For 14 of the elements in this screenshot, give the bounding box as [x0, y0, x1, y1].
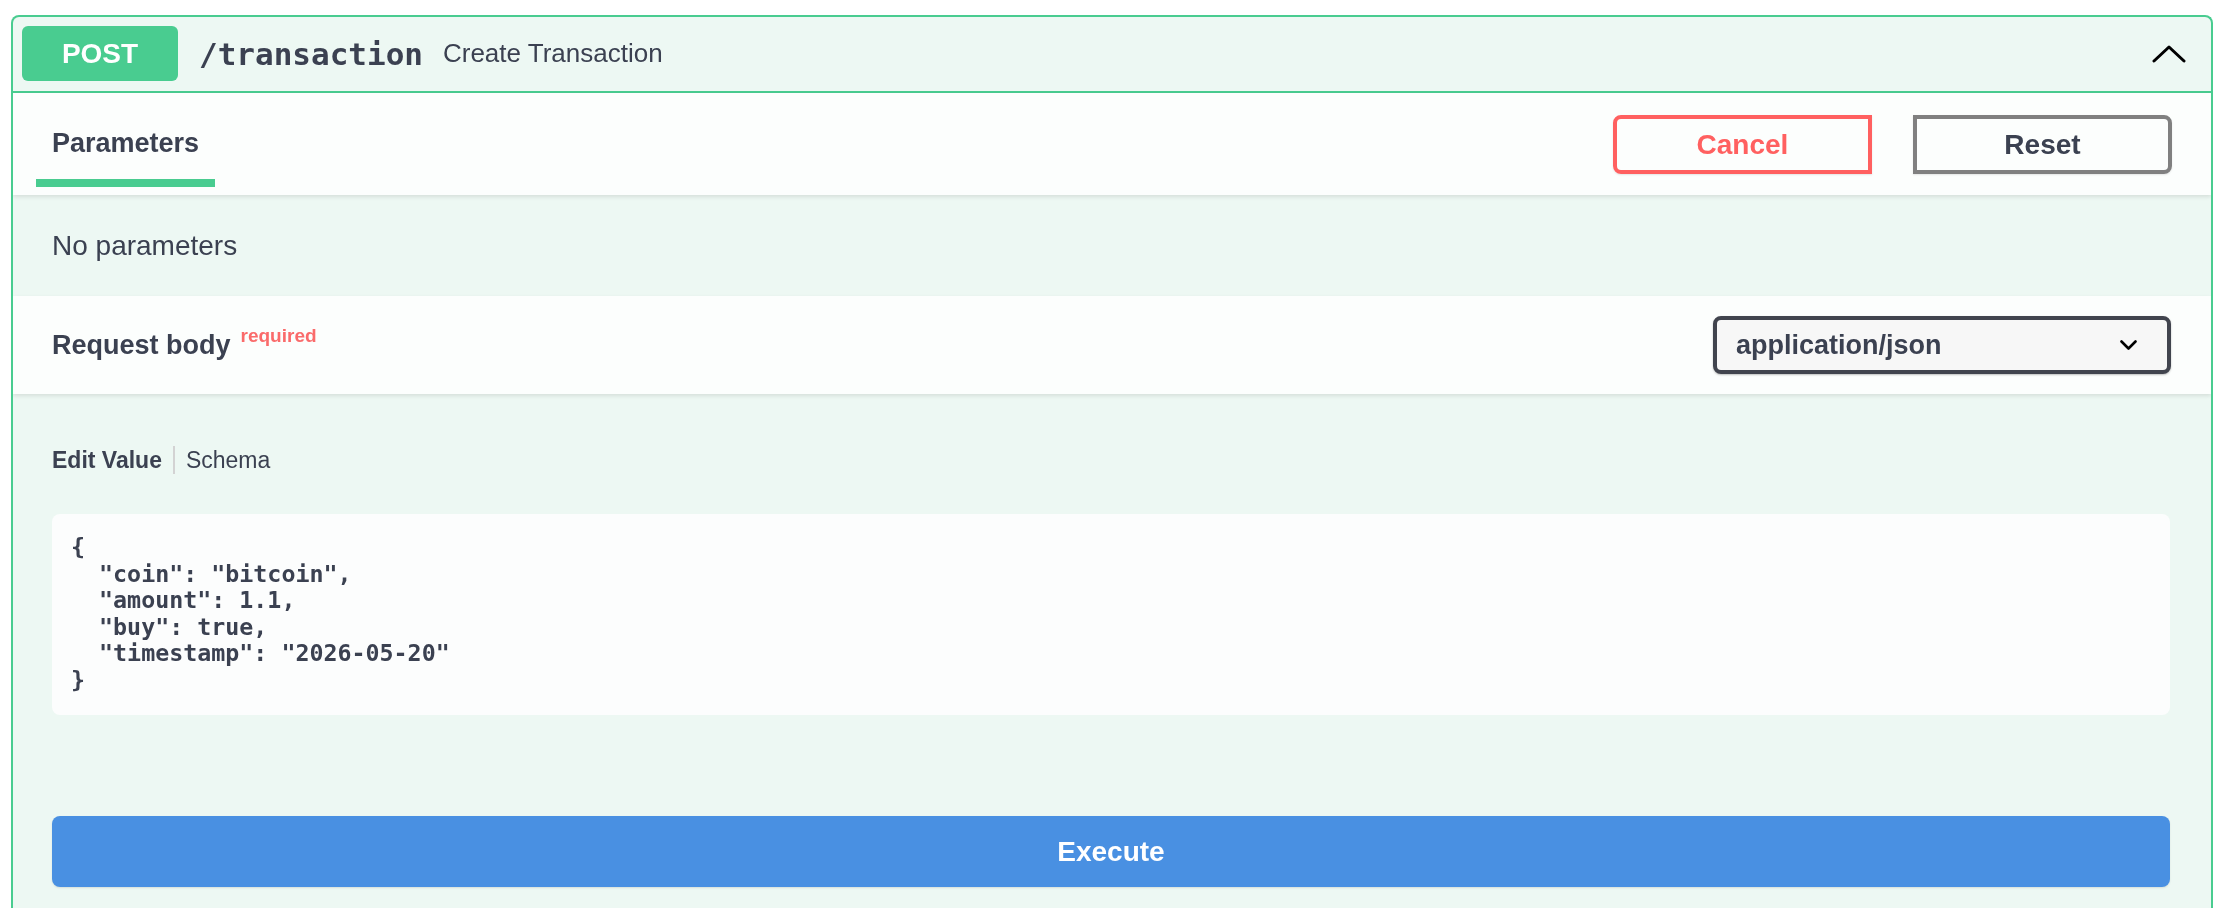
schema-tab[interactable]: Schema — [185, 446, 271, 474]
request-body-title: Request body — [52, 329, 231, 361]
endpoint-summary: Create Transaction — [442, 38, 663, 69]
reset-button[interactable]: Reset — [1913, 115, 2172, 174]
method-badge: POST — [22, 26, 178, 81]
edit-value-tab[interactable]: Edit Value — [52, 446, 162, 474]
required-label: required — [240, 325, 317, 347]
chevron-up-icon[interactable] — [2152, 44, 2186, 63]
no-parameters-text: No parameters — [52, 229, 238, 262]
json-editor-field[interactable]: { "coin": "bitcoin", "amount": 1.1, "buy": true, "timestamp": "2026-05-20" } — [52, 514, 2170, 715]
parameters-tab[interactable]: Parameters — [36, 113, 216, 187]
content-type-select[interactable]: application/json — [1713, 316, 2171, 374]
chevron-down-icon — [2120, 340, 2137, 350]
endpoint-path: /transaction — [199, 35, 423, 72]
